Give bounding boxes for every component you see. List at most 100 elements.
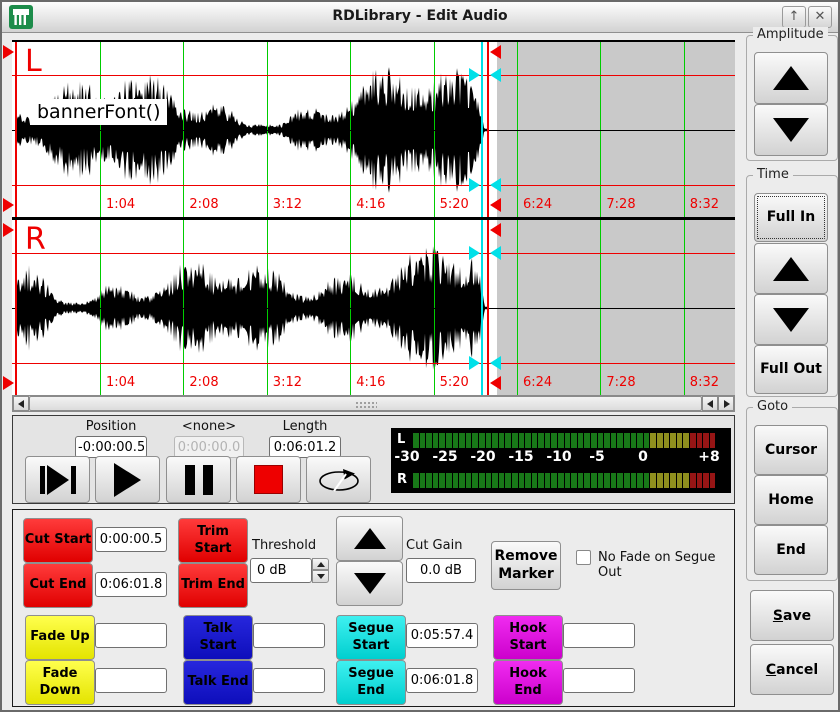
remove-marker-button[interactable]: Remove Marker xyxy=(491,541,561,590)
cut-start-line[interactable] xyxy=(15,220,17,395)
hook-start-field[interactable] xyxy=(563,623,635,648)
cut-start-marker[interactable] xyxy=(3,376,14,390)
segue-start-marker[interactable] xyxy=(469,178,480,192)
close-button[interactable]: ✕ xyxy=(808,6,832,28)
gain-up-button[interactable] xyxy=(336,516,403,561)
length-field[interactable] xyxy=(269,436,341,458)
segue-start-marker[interactable] xyxy=(469,68,480,82)
meter-segment xyxy=(519,473,525,488)
shade-icon: ↑ xyxy=(789,9,800,24)
amplitude-ref-line xyxy=(12,253,735,254)
full-in-button[interactable]: Full In xyxy=(754,193,828,242)
waveform-channel-right[interactable]: 1:042:083:124:165:206:247:288:32 R xyxy=(12,218,735,396)
time-group: Time Full In Full Out xyxy=(746,175,838,397)
threshold-spinbox[interactable] xyxy=(250,558,329,583)
cut-gain-label: Cut Gain xyxy=(406,538,462,553)
cut-gain-field[interactable] xyxy=(406,558,476,583)
segue-start-marker[interactable] xyxy=(469,356,480,370)
spin-up-button[interactable] xyxy=(312,558,329,570)
cut-start-marker[interactable] xyxy=(3,223,14,237)
meter-segment xyxy=(439,473,445,488)
stop-button[interactable] xyxy=(236,456,301,503)
hook-start-button[interactable]: Hook Start xyxy=(493,615,563,660)
segue-end-button[interactable]: Segue End xyxy=(336,660,406,705)
cut-start-field[interactable] xyxy=(95,527,167,552)
segue-end-marker[interactable] xyxy=(490,178,501,192)
play-button[interactable] xyxy=(95,456,160,503)
cut-end-marker[interactable] xyxy=(490,198,501,212)
segue-start-button[interactable]: Segue Start xyxy=(336,615,406,660)
fade-up-button[interactable]: Fade Up xyxy=(25,615,95,660)
cut-start-marker[interactable] xyxy=(3,198,14,212)
save-button[interactable]: Save xyxy=(750,590,834,641)
hook-end-button[interactable]: Hook End xyxy=(493,660,563,705)
scrollbar-thumb[interactable] xyxy=(29,396,702,411)
meter-segment xyxy=(479,433,485,448)
meter-segment xyxy=(426,433,432,448)
loop-button[interactable] xyxy=(306,456,371,503)
talk-start-field[interactable] xyxy=(253,623,325,648)
segue-start-field[interactable] xyxy=(406,623,478,648)
goto-home-button[interactable]: Home xyxy=(754,475,828,525)
waveform-scrollbar[interactable] xyxy=(12,395,735,412)
waveform-channel-left[interactable]: 1:042:083:124:165:206:247:288:32 L banne… xyxy=(12,40,735,218)
amplitude-group-label: Amplitude xyxy=(753,27,828,42)
meter-segment xyxy=(472,473,478,488)
full-out-button[interactable]: Full Out xyxy=(754,345,828,394)
goto-end-button[interactable]: End xyxy=(754,525,828,575)
trim-start-button[interactable]: Trim Start xyxy=(178,518,248,563)
segue-end-field[interactable] xyxy=(406,668,478,693)
amplitude-up-button[interactable] xyxy=(754,52,828,104)
talk-end-button[interactable]: Talk End xyxy=(183,660,253,705)
scroll-right-button[interactable] xyxy=(718,396,734,411)
cut-end-line[interactable] xyxy=(487,42,489,217)
time-zoom-in-button[interactable] xyxy=(754,243,828,294)
segue-start-line[interactable] xyxy=(481,42,483,217)
meter-segment xyxy=(670,473,676,488)
cut-end-button[interactable]: Cut End xyxy=(23,563,93,608)
scroll-left-button[interactable] xyxy=(13,396,29,411)
segue-end-marker[interactable] xyxy=(490,246,501,260)
cut-end-marker[interactable] xyxy=(490,223,501,237)
goto-cursor-button[interactable]: Cursor xyxy=(754,425,828,475)
hook-end-field[interactable] xyxy=(563,668,635,693)
time-zoom-out-button[interactable] xyxy=(754,294,828,345)
segue-end-marker[interactable] xyxy=(490,68,501,82)
no-fade-checkbox[interactable] xyxy=(576,550,591,565)
meter-left-label: L xyxy=(397,432,405,447)
pause-button[interactable] xyxy=(166,456,231,503)
fade-up-field[interactable] xyxy=(95,623,167,648)
cut-end-line[interactable] xyxy=(487,220,489,395)
cut-start-line[interactable] xyxy=(15,42,17,217)
segue-start-line[interactable] xyxy=(481,220,483,395)
meter-segment xyxy=(446,473,452,488)
trim-end-button[interactable]: Trim End xyxy=(178,563,248,608)
cut-end-field[interactable] xyxy=(95,572,167,597)
threshold-field[interactable] xyxy=(250,558,312,583)
audio-meter: L R -30-25-20-15-10-50+8 xyxy=(391,428,731,493)
cut-end-marker[interactable] xyxy=(490,376,501,390)
spin-down-button[interactable] xyxy=(312,570,329,583)
fade-down-button[interactable]: Fade Down xyxy=(25,660,95,705)
amplitude-down-button[interactable] xyxy=(754,104,828,156)
meter-segment xyxy=(637,433,643,448)
cut-start-marker[interactable] xyxy=(3,45,14,59)
talk-end-field[interactable] xyxy=(253,668,325,693)
meter-segment xyxy=(677,433,683,448)
meter-scale-label: -15 xyxy=(508,449,533,465)
position-field[interactable] xyxy=(75,436,147,458)
fade-down-field[interactable] xyxy=(95,668,167,693)
cut-end-marker[interactable] xyxy=(490,45,501,59)
shade-button[interactable]: ↑ xyxy=(782,6,806,28)
scroll-left-button-2[interactable] xyxy=(702,396,718,411)
meter-segment xyxy=(617,433,623,448)
loop-icon xyxy=(316,466,362,494)
talk-start-button[interactable]: Talk Start xyxy=(183,615,253,660)
cancel-button[interactable]: Cancel xyxy=(750,644,834,695)
cut-start-button[interactable]: Cut Start xyxy=(23,518,93,563)
segue-start-marker[interactable] xyxy=(469,246,480,260)
gain-down-button[interactable] xyxy=(336,561,403,606)
segue-end-marker[interactable] xyxy=(490,356,501,370)
play-from-start-button[interactable] xyxy=(25,456,90,503)
meter-segment xyxy=(492,433,498,448)
